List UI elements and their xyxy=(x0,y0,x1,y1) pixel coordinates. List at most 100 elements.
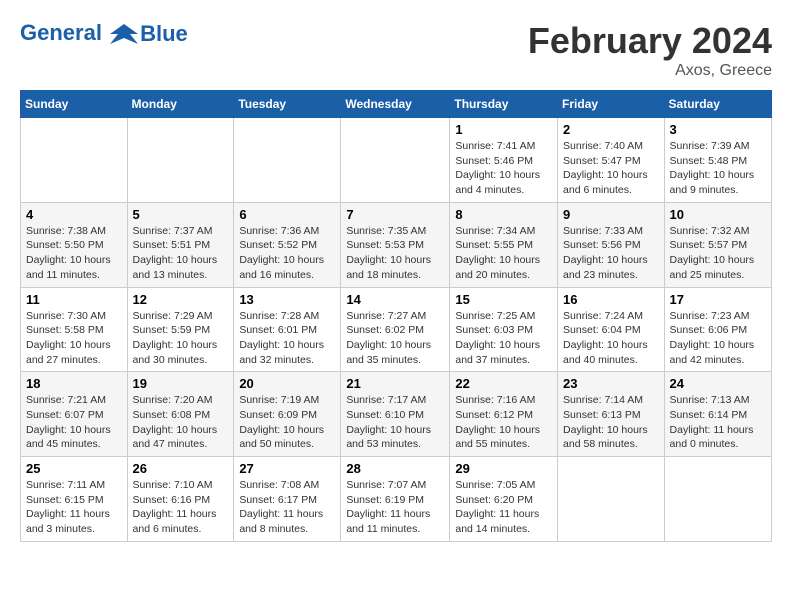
day-info: Sunrise: 7:11 AM Sunset: 6:15 PM Dayligh… xyxy=(26,478,122,537)
day-number: 22 xyxy=(455,376,552,391)
day-info: Sunrise: 7:25 AM Sunset: 6:03 PM Dayligh… xyxy=(455,309,552,368)
calendar-body: 1 Sunrise: 7:41 AM Sunset: 5:46 PM Daylig… xyxy=(21,118,772,542)
calendar-week-row: 4 Sunrise: 7:38 AM Sunset: 5:50 PM Daylig… xyxy=(21,202,772,287)
day-number: 25 xyxy=(26,461,122,476)
day-info: Sunrise: 7:05 AM Sunset: 6:20 PM Dayligh… xyxy=(455,478,552,537)
calendar-day-6: 6 Sunrise: 7:36 AM Sunset: 5:52 PM Daylig… xyxy=(234,202,341,287)
calendar-day-10: 10 Sunrise: 7:32 AM Sunset: 5:57 PM Dayli… xyxy=(664,202,771,287)
calendar-day-8: 8 Sunrise: 7:34 AM Sunset: 5:55 PM Daylig… xyxy=(450,202,558,287)
day-number: 14 xyxy=(346,292,444,307)
calendar-day-18: 18 Sunrise: 7:21 AM Sunset: 6:07 PM Dayli… xyxy=(21,372,128,457)
day-info: Sunrise: 7:16 AM Sunset: 6:12 PM Dayligh… xyxy=(455,393,552,452)
calendar-empty-cell xyxy=(558,457,665,542)
calendar-empty-cell xyxy=(234,118,341,203)
calendar-day-22: 22 Sunrise: 7:16 AM Sunset: 6:12 PM Dayli… xyxy=(450,372,558,457)
day-info: Sunrise: 7:08 AM Sunset: 6:17 PM Dayligh… xyxy=(239,478,335,537)
calendar-day-24: 24 Sunrise: 7:13 AM Sunset: 6:14 PM Dayli… xyxy=(664,372,771,457)
page-header: General Blue February 2024 Axos, Greece xyxy=(20,20,772,80)
calendar-day-27: 27Sunrise: 7:08 AM Sunset: 6:17 PM Dayli… xyxy=(234,457,341,542)
weekday-header-friday: Friday xyxy=(558,91,665,118)
day-info: Sunrise: 7:10 AM Sunset: 6:16 PM Dayligh… xyxy=(133,478,229,537)
calendar-day-12: 12 Sunrise: 7:29 AM Sunset: 5:59 PM Dayli… xyxy=(127,287,234,372)
day-info: Sunrise: 7:14 AM Sunset: 6:13 PM Dayligh… xyxy=(563,393,659,452)
day-number: 10 xyxy=(670,207,766,222)
calendar-day-7: 7Sunrise: 7:35 AM Sunset: 5:53 PM Daylig… xyxy=(341,202,450,287)
calendar-day-29: 29 Sunrise: 7:05 AM Sunset: 6:20 PM Dayli… xyxy=(450,457,558,542)
calendar-empty-cell xyxy=(127,118,234,203)
calendar-empty-cell xyxy=(664,457,771,542)
day-number: 13 xyxy=(239,292,335,307)
calendar-day-13: 13 Sunrise: 7:28 AM Sunset: 6:01 PM Dayli… xyxy=(234,287,341,372)
day-number: 6 xyxy=(239,207,335,222)
day-info: Sunrise: 7:38 AM Sunset: 5:50 PM Dayligh… xyxy=(26,224,122,283)
day-number: 8 xyxy=(455,207,552,222)
day-info: Sunrise: 7:32 AM Sunset: 5:57 PM Dayligh… xyxy=(670,224,766,283)
day-number: 1 xyxy=(455,122,552,137)
calendar-day-28: 28Sunrise: 7:07 AM Sunset: 6:19 PM Dayli… xyxy=(341,457,450,542)
weekday-header-monday: Monday xyxy=(127,91,234,118)
day-info: Sunrise: 7:39 AM Sunset: 5:48 PM Dayligh… xyxy=(670,139,766,198)
weekday-header-sunday: Sunday xyxy=(21,91,128,118)
calendar-day-9: 9 Sunrise: 7:33 AM Sunset: 5:56 PM Daylig… xyxy=(558,202,665,287)
day-number: 29 xyxy=(455,461,552,476)
day-info: Sunrise: 7:07 AM Sunset: 6:19 PM Dayligh… xyxy=(346,478,444,537)
day-number: 9 xyxy=(563,207,659,222)
day-number: 19 xyxy=(133,376,229,391)
calendar-week-row: 1 Sunrise: 7:41 AM Sunset: 5:46 PM Daylig… xyxy=(21,118,772,203)
title-area: February 2024 Axos, Greece xyxy=(528,20,772,80)
calendar-day-14: 14 Sunrise: 7:27 AM Sunset: 6:02 PM Dayli… xyxy=(341,287,450,372)
day-info: Sunrise: 7:27 AM Sunset: 6:02 PM Dayligh… xyxy=(346,309,444,368)
calendar-day-23: 23 Sunrise: 7:14 AM Sunset: 6:13 PM Dayli… xyxy=(558,372,665,457)
weekday-header-wednesday: Wednesday xyxy=(341,91,450,118)
calendar-header-row: SundayMondayTuesdayWednesdayThursdayFrid… xyxy=(21,91,772,118)
day-number: 16 xyxy=(563,292,659,307)
day-info: Sunrise: 7:36 AM Sunset: 5:52 PM Dayligh… xyxy=(239,224,335,283)
day-info: Sunrise: 7:30 AM Sunset: 5:58 PM Dayligh… xyxy=(26,309,122,368)
calendar-day-26: 26 Sunrise: 7:10 AM Sunset: 6:16 PM Dayli… xyxy=(127,457,234,542)
day-info: Sunrise: 7:24 AM Sunset: 6:04 PM Dayligh… xyxy=(563,309,659,368)
calendar-day-2: 2 Sunrise: 7:40 AM Sunset: 5:47 PM Daylig… xyxy=(558,118,665,203)
day-info: Sunrise: 7:21 AM Sunset: 6:07 PM Dayligh… xyxy=(26,393,122,452)
day-number: 4 xyxy=(26,207,122,222)
calendar-week-row: 25 Sunrise: 7:11 AM Sunset: 6:15 PM Dayli… xyxy=(21,457,772,542)
day-number: 18 xyxy=(26,376,122,391)
day-info: Sunrise: 7:29 AM Sunset: 5:59 PM Dayligh… xyxy=(133,309,229,368)
day-info: Sunrise: 7:37 AM Sunset: 5:51 PM Dayligh… xyxy=(133,224,229,283)
day-info: Sunrise: 7:34 AM Sunset: 5:55 PM Dayligh… xyxy=(455,224,552,283)
day-info: Sunrise: 7:13 AM Sunset: 6:14 PM Dayligh… xyxy=(670,393,766,452)
day-number: 7 xyxy=(346,207,444,222)
calendar-day-25: 25 Sunrise: 7:11 AM Sunset: 6:15 PM Dayli… xyxy=(21,457,128,542)
weekday-header-tuesday: Tuesday xyxy=(234,91,341,118)
calendar-day-19: 19Sunrise: 7:20 AM Sunset: 6:08 PM Dayli… xyxy=(127,372,234,457)
day-number: 26 xyxy=(133,461,229,476)
day-number: 21 xyxy=(346,376,444,391)
day-number: 12 xyxy=(133,292,229,307)
logo: General Blue xyxy=(20,20,188,48)
calendar-day-16: 16 Sunrise: 7:24 AM Sunset: 6:04 PM Dayli… xyxy=(558,287,665,372)
calendar-day-11: 11Sunrise: 7:30 AM Sunset: 5:58 PM Dayli… xyxy=(21,287,128,372)
day-number: 2 xyxy=(563,122,659,137)
weekday-header-saturday: Saturday xyxy=(664,91,771,118)
day-number: 3 xyxy=(670,122,766,137)
calendar-empty-cell xyxy=(341,118,450,203)
calendar-week-row: 11Sunrise: 7:30 AM Sunset: 5:58 PM Dayli… xyxy=(21,287,772,372)
day-info: Sunrise: 7:17 AM Sunset: 6:10 PM Dayligh… xyxy=(346,393,444,452)
logo-text-general: General xyxy=(20,20,102,45)
calendar-day-21: 21 Sunrise: 7:17 AM Sunset: 6:10 PM Dayli… xyxy=(341,372,450,457)
calendar-day-17: 17Sunrise: 7:23 AM Sunset: 6:06 PM Dayli… xyxy=(664,287,771,372)
calendar-day-20: 20Sunrise: 7:19 AM Sunset: 6:09 PM Dayli… xyxy=(234,372,341,457)
day-number: 15 xyxy=(455,292,552,307)
day-number: 24 xyxy=(670,376,766,391)
month-title: February 2024 xyxy=(528,20,772,62)
day-number: 5 xyxy=(133,207,229,222)
calendar-day-1: 1 Sunrise: 7:41 AM Sunset: 5:46 PM Daylig… xyxy=(450,118,558,203)
logo-text-blue: Blue xyxy=(140,21,188,47)
calendar-day-4: 4 Sunrise: 7:38 AM Sunset: 5:50 PM Daylig… xyxy=(21,202,128,287)
weekday-header-thursday: Thursday xyxy=(450,91,558,118)
day-info: Sunrise: 7:40 AM Sunset: 5:47 PM Dayligh… xyxy=(563,139,659,198)
day-info: Sunrise: 7:28 AM Sunset: 6:01 PM Dayligh… xyxy=(239,309,335,368)
day-info: Sunrise: 7:33 AM Sunset: 5:56 PM Dayligh… xyxy=(563,224,659,283)
calendar-day-15: 15 Sunrise: 7:25 AM Sunset: 6:03 PM Dayli… xyxy=(450,287,558,372)
day-info: Sunrise: 7:41 AM Sunset: 5:46 PM Dayligh… xyxy=(455,139,552,198)
day-number: 23 xyxy=(563,376,659,391)
